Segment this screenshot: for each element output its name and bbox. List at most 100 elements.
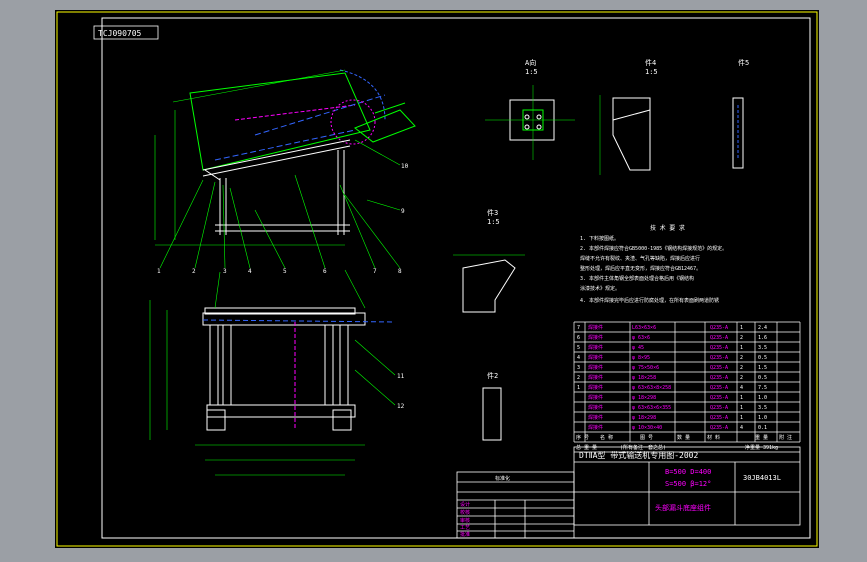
bom-row-spec: φ 63×6	[632, 335, 650, 341]
tech-req-title: 技 术 要 求	[650, 224, 685, 232]
bom-row-qty: 1	[740, 405, 743, 411]
svg-text:件5: 件5	[738, 58, 749, 67]
bom-row-weight: 3.5	[758, 405, 767, 411]
bom-row-spec: φ 18×298	[632, 395, 656, 401]
bom-row-qty: 1	[740, 395, 743, 401]
bom-row-spec: φ 63×63×8×258	[632, 385, 671, 391]
bom-row-name: 焊接件	[588, 424, 603, 431]
bom-total-note: (所有备注一套之总)	[620, 444, 666, 451]
cad-viewport[interactable]: TCJ090705 1 2 3 4 5 6 7 8 9 10 11 12 A向 …	[55, 10, 819, 548]
svg-text:10: 10	[401, 163, 409, 170]
bom-row-spec: φ 18×258	[632, 375, 656, 381]
bom-row-qty: 2	[740, 375, 743, 381]
svg-text:1:5: 1:5	[525, 68, 538, 76]
bom-row-material: Q235-A	[710, 335, 728, 341]
bom-row-material: Q235-A	[710, 355, 728, 361]
plan-callouts: 11 12	[397, 373, 405, 410]
bom-row-spec: φ 8×95	[632, 355, 650, 361]
svg-text:设计: 设计	[460, 501, 470, 508]
bom-row-no: 2	[577, 375, 580, 381]
bom-row-weight: 7.5	[758, 385, 767, 391]
title-param1: B=500 D=400	[665, 468, 711, 476]
bom-row-name: 焊接件	[588, 354, 603, 361]
bom-row-weight: 1.0	[758, 415, 767, 421]
bom-row-qty: 1	[740, 345, 743, 351]
svg-text:1. 下料按图纸。: 1. 下料按图纸。	[580, 235, 619, 242]
svg-text:标准化: 标准化	[495, 475, 510, 482]
svg-text:工艺: 工艺	[460, 525, 470, 531]
chute-outline	[189, 72, 371, 171]
title-name: 头部漏斗底座组件	[655, 503, 711, 512]
svg-text:12: 12	[397, 403, 405, 410]
bom-row-material: Q235-A	[710, 385, 728, 391]
svg-text:11: 11	[397, 373, 405, 380]
outer-border	[56, 11, 818, 547]
svg-text:批准: 批准	[460, 531, 470, 538]
bom-row-material: Q235-A	[710, 375, 728, 381]
bom-row-qty: 1	[740, 415, 743, 421]
bom-row-weight: 2.4	[758, 325, 767, 331]
bom-row-material: Q235-A	[710, 325, 728, 331]
svg-text:9: 9	[401, 208, 405, 215]
bom-row-no: 4	[577, 355, 580, 361]
svg-text:3: 3	[223, 268, 227, 275]
bom-row-weight: 0.5	[758, 375, 767, 381]
bom-row-name: 焊接件	[588, 394, 603, 401]
bom-row-qty: 1	[740, 325, 743, 331]
svg-text:1:5: 1:5	[645, 68, 658, 76]
bom-row-qty: 4	[740, 425, 743, 431]
bom-row-material: Q235-A	[710, 425, 728, 431]
drawing-no: TCJ090705	[98, 29, 142, 38]
svg-text:4. 本部件焊接完毕后应进行防腐处理，在所有表面刷两道防锈: 4. 本部件焊接完毕后应进行防腐处理，在所有表面刷两道防锈	[580, 297, 719, 304]
bom-row-material: Q235-A	[710, 415, 728, 421]
bom-header-name: 名 称	[600, 434, 613, 441]
bom-row-weight: 1.0	[758, 395, 767, 401]
bom-row-qty: 2	[740, 365, 743, 371]
bom-header-qty: 数 量	[677, 434, 690, 441]
svg-text:件4: 件4	[645, 58, 656, 67]
bom-row-spec: φ 18×298	[632, 415, 656, 421]
bom-row-material: Q235-A	[710, 365, 728, 371]
bom-row-name: 焊接件	[588, 334, 603, 341]
bom-row-material: Q235-A	[710, 395, 728, 401]
bom-row-name: 焊接件	[588, 404, 603, 411]
bom-row-name: 焊接件	[588, 374, 603, 381]
bom-row-qty: 2	[740, 335, 743, 341]
bom-row-weight: 3.5	[758, 345, 767, 351]
engineering-drawing: TCJ090705 1 2 3 4 5 6 7 8 9 10 11 12 A向 …	[56, 11, 818, 547]
title-main: DTⅡA型 带式输送机专用图-2002	[579, 450, 698, 460]
bom-row-spec: φ 63×63×6×355	[632, 405, 671, 411]
svg-text:件3: 件3	[487, 208, 498, 217]
svg-text:7: 7	[373, 268, 377, 275]
bom-row-qty: 2	[740, 355, 743, 361]
svg-text:焊缝不允许有裂纹、夹渣、气孔等缺陷，焊接后应进行: 焊缝不允许有裂纹、夹渣、气孔等缺陷，焊接后应进行	[580, 255, 700, 262]
bom-row-material: Q235-A	[710, 345, 728, 351]
svg-text:2. 本部件焊接应符合GB5000-1985《钢结构焊接规范: 2. 本部件焊接应符合GB5000-1985《钢结构焊接规范》的规定。	[580, 245, 727, 252]
svg-text:A向: A向	[525, 58, 536, 67]
svg-text:2: 2	[192, 268, 196, 275]
bom-header-mat: 材 料	[707, 434, 720, 441]
bom-total-label: 总 重 量	[576, 444, 597, 451]
elevation-view	[154, 69, 416, 269]
bom-header-note: 附 注	[779, 434, 792, 441]
bom-row-spec: φ 10×30×40	[632, 425, 662, 431]
part2-plate	[482, 387, 502, 441]
bom-row-no: 6	[577, 335, 580, 341]
bom-row-name: 焊接件	[588, 414, 603, 421]
bom-row-weight: 0.1	[758, 425, 767, 431]
bom-row-name: 焊接件	[588, 384, 603, 391]
svg-text:1: 1	[157, 268, 161, 275]
bom-header-wt: 重 量	[755, 434, 768, 441]
plan-view	[149, 269, 396, 476]
bom-row-qty: 4	[740, 385, 743, 391]
part3-plate	[462, 259, 516, 313]
svg-text:审核: 审核	[460, 517, 470, 524]
svg-text:3. 本部件主体角钢全部表面处理合格后用《钢结构: 3. 本部件主体角钢全部表面处理合格后用《钢结构	[580, 275, 694, 282]
bom-row-weight: 1.5	[758, 365, 767, 371]
bom-row-spec: L63×63×6	[632, 325, 656, 331]
svg-text:4: 4	[248, 268, 252, 275]
svg-text:6: 6	[323, 268, 327, 275]
bom-row-name: 焊接件	[588, 324, 603, 331]
bom-row-name: 焊接件	[588, 364, 603, 371]
svg-text:1:5: 1:5	[487, 218, 500, 226]
